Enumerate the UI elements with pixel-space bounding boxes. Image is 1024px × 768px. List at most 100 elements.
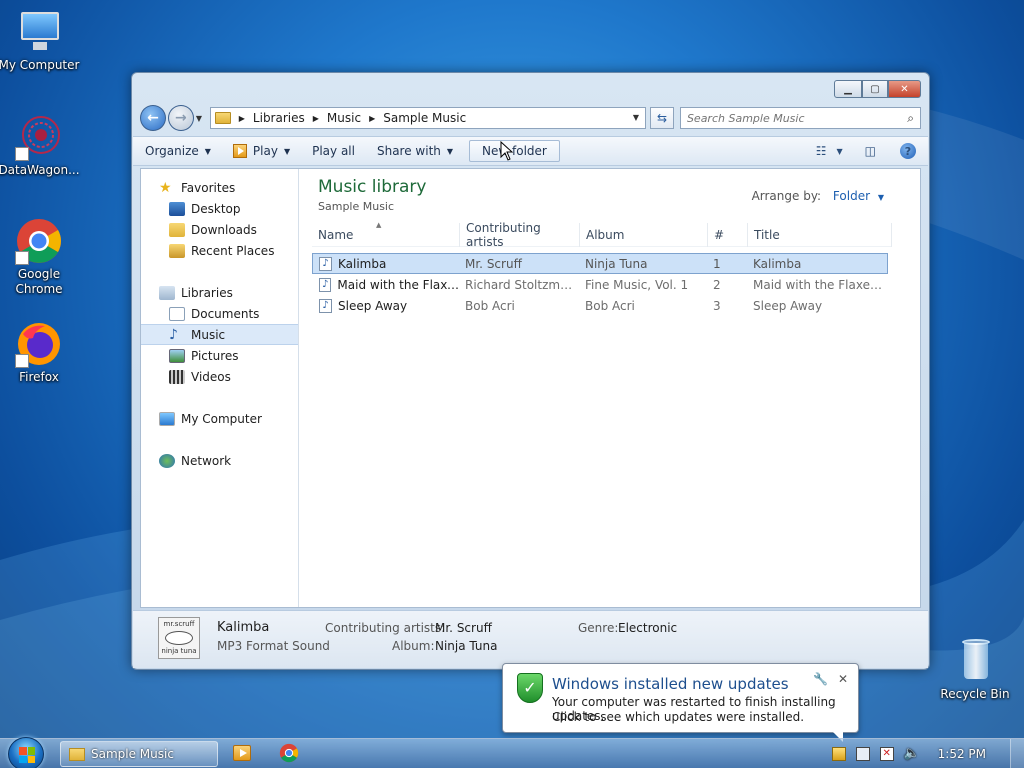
close-button[interactable]: ✕ [888,80,921,98]
computer-icon [159,411,175,426]
nav-item-network[interactable]: Network [141,450,298,471]
back-button[interactable]: ← [140,105,166,131]
shortcut-arrow-icon [15,354,29,368]
desktop-icon-recycle-bin[interactable]: Recycle Bin [933,637,1017,702]
file-list: ♪ Kalimba Mr. Scruff Ninja Tuna 1 Kalimba… [312,253,888,316]
column-header-album[interactable]: Album [580,222,708,247]
chevron-down-icon: ▼ [204,146,211,156]
desktop-icon-firefox[interactable]: Firefox [0,320,81,385]
desktop-icon-label: Google Chrome [15,267,63,296]
breadcrumb-separator-icon[interactable]: ▶ [369,114,375,123]
windows-logo-icon [19,747,35,763]
search-input[interactable] [686,111,887,125]
breadcrumb-separator-icon[interactable]: ▶ [313,114,319,123]
desktop-icon-label: Recycle Bin [940,687,1010,701]
breadcrumb-sample-music[interactable]: Sample Music [383,111,466,125]
search-icon[interactable]: ⌕ [907,111,914,126]
change-view-icon[interactable]: ☷ [816,144,827,158]
chevron-down-icon: ▼ [283,146,291,156]
star-icon: ★ [159,179,172,196]
breadcrumb-separator-icon[interactable]: ▶ [239,114,245,123]
breadcrumb-libraries[interactable]: Libraries [253,111,305,125]
arrange-by: Arrange by: Folder ▼ [752,189,884,203]
search-box[interactable]: ⌕ [679,107,921,129]
desktop-icon-datawagon[interactable]: DataWagon... [0,113,81,178]
new-folder-label: New folder [482,144,547,158]
maximize-button[interactable]: ▢ [862,80,888,98]
column-header-number[interactable]: # [708,222,748,247]
maximize-icon: ▢ [870,83,880,95]
help-icon[interactable]: ? [900,143,916,159]
desktop-icon-chrome[interactable]: Google Chrome [0,217,81,297]
action-center-icon[interactable]: ✕ [879,747,894,761]
arrange-by-dropdown[interactable]: Folder [833,189,870,203]
nav-item-pictures[interactable]: Pictures [141,345,298,366]
file-name: Sleep Away [338,298,408,313]
clock[interactable]: 1:52 PM [938,747,986,761]
view-dropdown-icon[interactable]: ▼ [837,147,843,156]
recent-pages-dropdown[interactable]: ▼ [196,114,206,123]
update-notification[interactable]: ✓ Windows installed new updates Your com… [502,663,859,742]
file-title: Kalimba [753,256,802,271]
nav-item-downloads[interactable]: Downloads [141,219,298,240]
address-bar[interactable]: ▶ Libraries ▶ Music ▶ Sample Music ▼ [209,107,647,129]
minimize-button[interactable]: ▁ [834,80,862,98]
nav-item-documents[interactable]: Documents [141,303,298,324]
breadcrumb-music[interactable]: Music [327,111,361,125]
play-all-button[interactable]: Play all [312,144,355,158]
nav-item-desktop[interactable]: Desktop [141,198,298,219]
nav-label: Music [191,327,226,342]
nav-item-videos[interactable]: Videos [141,366,298,387]
nav-label: Network [181,453,232,468]
preview-pane-icon[interactable]: ◫ [865,144,876,158]
nav-item-recent-places[interactable]: Recent Places [141,240,298,261]
address-dropdown-icon[interactable]: ▼ [633,113,639,122]
desktop-icon-my-computer[interactable]: My Computer [0,8,81,73]
firefox-icon [15,320,63,368]
details-file-type: MP3 Format Sound [217,639,330,653]
nav-item-music[interactable]: ♪ Music [141,324,298,345]
details-album-label: Album: [392,639,435,653]
new-folder-button[interactable]: New folder [469,140,560,162]
refresh-button[interactable]: ⇆ [650,107,674,129]
audio-file-icon: ♪ [319,277,332,292]
column-header-artists[interactable]: Contributing artists [460,221,580,249]
desktop-icon-label: My Computer [0,58,80,72]
nav-item-my-computer[interactable]: My Computer [141,408,298,429]
desktop-icon-label: Firefox [19,370,59,384]
share-with-label: Share with [376,144,441,158]
details-artists-value[interactable]: Mr. Scruff [435,621,492,635]
windows-update-icon[interactable] [831,747,846,761]
file-row-maid-with-the-flaxen-hair[interactable]: ♪ Maid with the Flaxe... Richard Stoltzma… [312,274,888,295]
explorer-window[interactable]: ▁ ▢ ✕ ← → ▼ ▶ Libraries ▶ Music ▶ Sample… [131,72,930,670]
nav-label: Favorites [181,180,236,195]
show-desktop-button[interactable] [1010,739,1024,768]
details-album-value[interactable]: Ninja Tuna [435,639,498,653]
play-icon [232,144,247,158]
taskbar-chrome[interactable] [279,743,299,763]
organize-button[interactable]: Organize ▼ [145,144,211,158]
videos-icon [169,369,185,384]
folder-icon [69,747,85,761]
network-tray-icon[interactable] [855,747,870,761]
wrench-icon[interactable]: 🔧 [813,672,828,686]
start-button[interactable] [8,737,44,768]
navigation-bar: ← → ▼ ▶ Libraries ▶ Music ▶ Sample Music… [140,104,921,132]
forward-button[interactable]: → [167,105,194,131]
details-genre-value[interactable]: Electronic [618,621,677,635]
taskbar-button-sample-music[interactable]: Sample Music [60,741,218,767]
library-subtitle: Sample Music [318,200,395,213]
volume-icon[interactable]: 🔈 [904,747,920,761]
close-icon[interactable]: ✕ [838,672,848,686]
nav-item-libraries[interactable]: Libraries [141,282,298,303]
play-button[interactable]: Play ▼ [232,144,291,158]
play-label: Play [252,144,278,158]
column-header-title[interactable]: Title [748,222,892,247]
chevron-down-icon: ▼ [446,146,454,156]
nav-item-favorites[interactable]: ★ Favorites [141,177,298,198]
file-row-sleep-away[interactable]: ♪ Sleep Away Bob Acri Bob Acri 3 Sleep Aw… [312,295,888,316]
share-with-button[interactable]: Share with ▼ [377,144,453,158]
column-header-name[interactable]: ▲ Name [312,221,460,247]
taskbar-media-player[interactable] [233,743,253,763]
file-row-kalimba[interactable]: ♪ Kalimba Mr. Scruff Ninja Tuna 1 Kalimba [312,253,888,274]
